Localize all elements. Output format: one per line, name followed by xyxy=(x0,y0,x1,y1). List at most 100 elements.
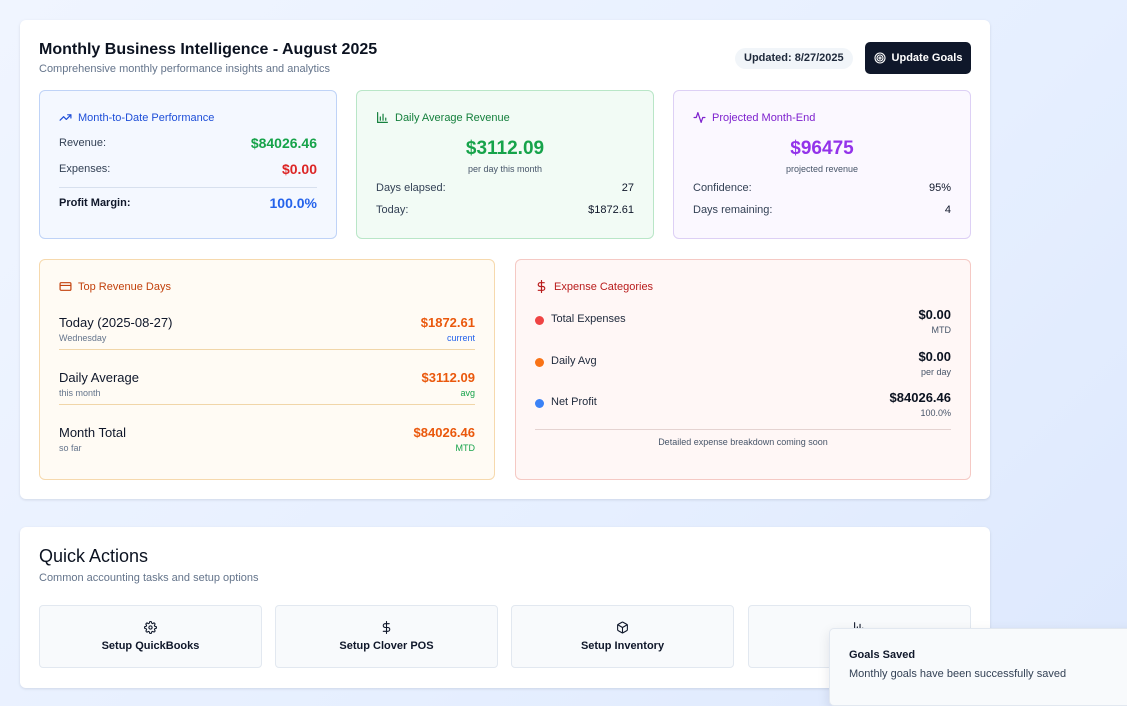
expense-name: Total Expenses xyxy=(551,313,626,325)
mtd-revenue-label: Revenue: xyxy=(59,137,107,149)
expense-value: $0.00 xyxy=(918,349,951,364)
expense-value: $84026.46 xyxy=(889,390,951,405)
days-remaining-value: 4 xyxy=(944,204,951,216)
expense-categories-card: Expense Categories Total Expenses $0.00 … xyxy=(515,259,971,480)
daily-average-card: Daily Average Revenue $3112.09 per day t… xyxy=(356,90,654,239)
top-day-name: Daily Average xyxy=(59,370,139,385)
mtd-expenses-label: Expenses: xyxy=(59,163,111,175)
mtd-revenue-value: $84026.46 xyxy=(250,135,317,151)
target-icon xyxy=(873,52,886,64)
days-remaining-row: Days remaining: 4 xyxy=(693,204,951,216)
dollar-icon xyxy=(537,280,546,293)
today-value: $1872.61 xyxy=(588,204,634,216)
top-day-name: Month Total xyxy=(59,425,126,440)
expense-row-net-profit: Net Profit $84026.46 100.0% xyxy=(535,390,951,422)
daily-average-value: $3112.09 xyxy=(465,138,545,159)
top-days-header-label: Top Revenue Days xyxy=(78,280,171,293)
projected-header: Projected Month-End xyxy=(693,111,815,124)
projected-card: Projected Month-End $96475 projected rev… xyxy=(673,90,971,239)
top-day-sub: so far xyxy=(59,443,82,453)
status-dot-orange xyxy=(535,358,544,367)
update-goals-label: Update Goals xyxy=(891,52,963,64)
confidence-row: Confidence: 95% xyxy=(693,182,951,194)
mtd-expenses-row: Expenses: $0.00 xyxy=(59,161,317,177)
mtd-margin-row: Profit Margin: 100.0% xyxy=(59,195,317,211)
projected-value: $96475 xyxy=(790,138,854,159)
goals-saved-toast[interactable]: Goals Saved Monthly goals have been succ… xyxy=(829,628,1127,706)
bar-chart-icon xyxy=(377,112,388,123)
expense-row-total: Total Expenses $0.00 MTD xyxy=(535,307,951,339)
mtd-margin-value: 100.0% xyxy=(269,195,317,211)
dollar-icon xyxy=(382,621,391,634)
trending-up-icon xyxy=(59,114,72,121)
status-dot-blue xyxy=(535,399,544,408)
projected-header-label: Projected Month-End xyxy=(712,111,816,124)
credit-card-icon xyxy=(59,282,72,291)
package-icon xyxy=(617,621,628,634)
gear-icon xyxy=(144,621,157,634)
list-item: Today (2025-08-27) Wednesday $1872.61 cu… xyxy=(59,315,475,345)
expense-header: Expense Categories xyxy=(535,280,653,293)
list-divider xyxy=(59,349,475,350)
expense-header-label: Expense Categories xyxy=(554,280,654,293)
days-elapsed-row: Days elapsed: 27 xyxy=(376,182,634,194)
expense-tag: 100.0% xyxy=(920,408,951,418)
setup-inventory-label: Setup Inventory xyxy=(580,640,665,652)
top-revenue-days-card: Top Revenue Days Today (2025-08-27) Wedn… xyxy=(39,259,495,480)
confidence-label: Confidence: xyxy=(693,182,752,194)
expense-row-daily: Daily Avg $0.00 per day xyxy=(535,349,951,381)
list-divider xyxy=(59,404,475,405)
top-days-header: Top Revenue Days xyxy=(59,280,171,293)
list-item: Month Total so far $84026.46 MTD xyxy=(59,425,475,455)
business-intelligence-panel: Monthly Business Intelligence - August 2… xyxy=(20,20,990,499)
top-day-tag: current xyxy=(446,333,475,343)
setup-quickbooks-label: Setup QuickBooks xyxy=(101,640,200,652)
expense-footer-note: Detailed expense breakdown coming soon xyxy=(658,437,828,447)
days-remaining-label: Days remaining: xyxy=(693,204,773,216)
toast-message: Monthly goals have been successfully sav… xyxy=(849,668,1067,680)
page-title: Monthly Business Intelligence - August 2… xyxy=(39,41,378,58)
activity-icon xyxy=(693,112,706,123)
today-label: Today: xyxy=(376,204,409,216)
update-goals-button[interactable]: Update Goals xyxy=(865,42,971,74)
daily-average-header-label: Daily Average Revenue xyxy=(395,111,510,124)
setup-inventory-button[interactable]: Setup Inventory xyxy=(511,605,734,668)
days-elapsed-value: 27 xyxy=(621,182,634,194)
today-row: Today: $1872.61 xyxy=(376,204,634,216)
list-item: Daily Average this month $3112.09 avg xyxy=(59,370,475,400)
setup-quickbooks-button[interactable]: Setup QuickBooks xyxy=(39,605,262,668)
days-elapsed-label: Days elapsed: xyxy=(376,182,446,194)
top-day-tag: MTD xyxy=(455,443,476,453)
quick-actions-title: Quick Actions xyxy=(39,546,149,566)
top-day-value: $3112.09 xyxy=(421,370,475,385)
top-day-sub: this month xyxy=(59,388,101,398)
setup-clover-pos-button[interactable]: Setup Clover POS xyxy=(275,605,498,668)
status-dot-red xyxy=(535,316,544,325)
projected-caption: projected revenue xyxy=(785,164,859,174)
daily-average-caption: per day this month xyxy=(467,164,543,174)
expense-name: Daily Avg xyxy=(551,355,597,367)
top-day-sub: Wednesday xyxy=(59,333,107,343)
toast-title: Goals Saved xyxy=(849,649,916,661)
expense-tag: per day xyxy=(920,367,951,377)
top-day-name: Today (2025-08-27) xyxy=(59,315,173,330)
top-day-value: $1872.61 xyxy=(420,315,475,330)
mtd-margin-label: Profit Margin: xyxy=(59,197,131,209)
expense-name: Net Profit xyxy=(551,396,597,408)
mtd-divider xyxy=(59,187,317,188)
mtd-header: Month-to-Date Performance xyxy=(59,111,214,124)
expense-divider xyxy=(535,429,951,430)
expense-tag: MTD xyxy=(931,325,952,335)
top-day-value: $84026.46 xyxy=(413,425,475,440)
mtd-header-label: Month-to-Date Performance xyxy=(78,111,215,124)
daily-average-header: Daily Average Revenue xyxy=(376,111,510,124)
quick-actions-subtitle: Common accounting tasks and setup option… xyxy=(39,572,259,584)
setup-clover-pos-label: Setup Clover POS xyxy=(339,640,434,652)
updated-badge: Updated: 8/27/2025 xyxy=(735,48,853,69)
mtd-performance-card: Month-to-Date Performance Revenue: $8402… xyxy=(39,90,337,239)
expense-value: $0.00 xyxy=(918,307,951,322)
mtd-expenses-value: $0.00 xyxy=(281,161,317,177)
confidence-value: 95% xyxy=(928,182,951,194)
page-subtitle: Comprehensive monthly performance insigh… xyxy=(39,63,331,75)
top-day-tag: avg xyxy=(460,388,475,398)
